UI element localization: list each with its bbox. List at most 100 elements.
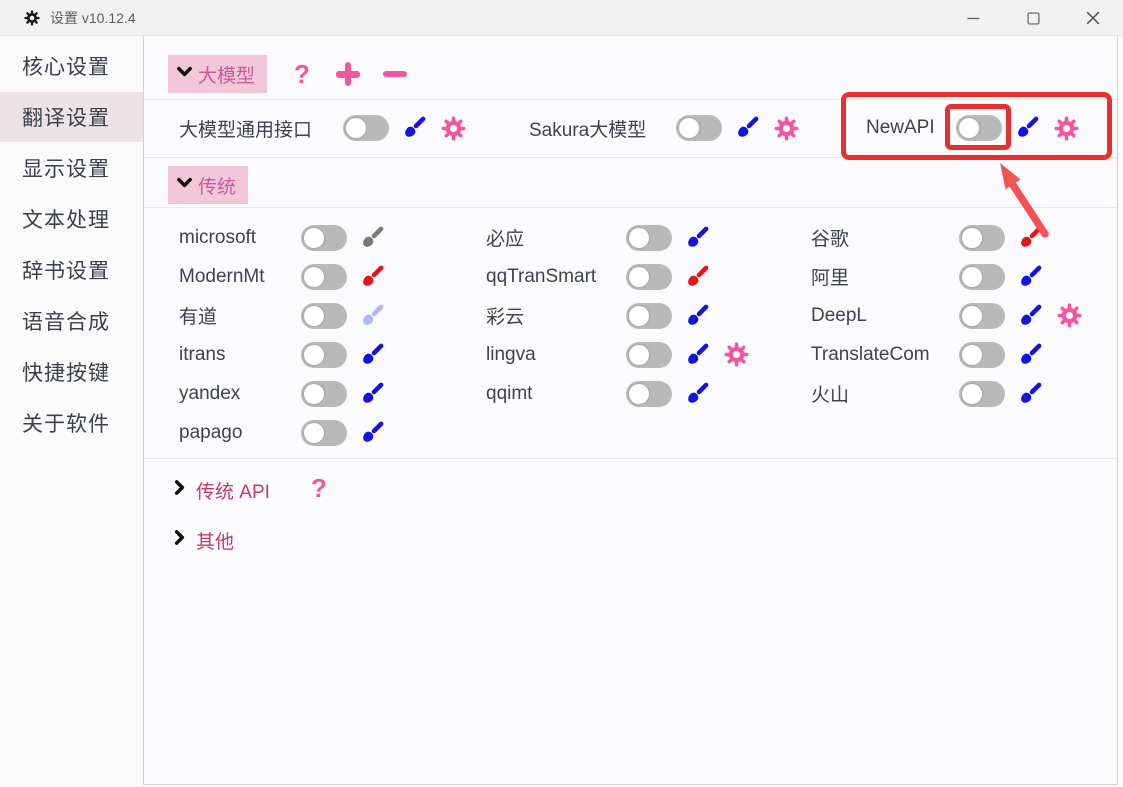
divider xyxy=(144,207,1117,208)
toggle-switch[interactable] xyxy=(959,264,1005,290)
brush-icon[interactable] xyxy=(359,264,385,290)
service-label: 阿里 xyxy=(811,263,947,290)
toggle-switch[interactable] xyxy=(301,303,347,329)
toggle-switch[interactable] xyxy=(959,225,1005,251)
toggle-switch[interactable] xyxy=(301,381,347,407)
gear-icon[interactable] xyxy=(1054,116,1079,141)
sidebar-item-6[interactable]: 语音合成 xyxy=(0,296,143,346)
brush-icon[interactable] xyxy=(1017,381,1043,407)
section-header-traditional[interactable]: 传统 xyxy=(168,166,248,204)
sidebar-item-4[interactable]: 文本处理 xyxy=(0,194,143,244)
service-label: 必应 xyxy=(486,224,614,251)
toggle-switch[interactable] xyxy=(301,342,347,368)
sidebar-item-7[interactable]: 快捷按键 xyxy=(0,347,143,397)
chevron-right-icon xyxy=(171,479,188,502)
brush-icon[interactable] xyxy=(1017,225,1043,251)
help-icon[interactable]: ? xyxy=(292,55,312,93)
toggle-switch[interactable] xyxy=(626,303,672,329)
brush-icon[interactable] xyxy=(1017,303,1043,329)
brush-icon[interactable] xyxy=(359,381,385,407)
gear-icon[interactable] xyxy=(724,342,749,367)
chevron-down-icon xyxy=(176,174,193,197)
section-header-traditional-api[interactable]: 传统 API xyxy=(171,473,270,507)
service-label: microsoft xyxy=(179,227,289,249)
brush-icon[interactable] xyxy=(734,115,760,141)
help-icon[interactable]: ? xyxy=(309,471,329,505)
brush-icon[interactable] xyxy=(684,225,710,251)
translation-settings-panel: 大模型 ? 大模型通用接口Sakura大模型NewAPI 传统 microsof… xyxy=(143,36,1118,785)
section-title: 大模型 xyxy=(198,61,255,88)
brush-icon[interactable] xyxy=(684,381,710,407)
toggle-switch[interactable] xyxy=(301,225,347,251)
service-label: itrans xyxy=(179,344,289,366)
service-row: qqimt xyxy=(486,374,710,413)
section-title: 传统 xyxy=(198,172,236,199)
brush-icon[interactable] xyxy=(359,303,385,329)
brush-icon[interactable] xyxy=(359,420,385,446)
toggle-switch[interactable] xyxy=(301,264,347,290)
plus-icon[interactable] xyxy=(336,55,360,93)
brush-icon[interactable] xyxy=(684,303,710,329)
toggle-switch[interactable] xyxy=(626,342,672,368)
gear-icon[interactable] xyxy=(774,116,799,141)
service-label: 有道 xyxy=(179,302,289,329)
gear-icon[interactable] xyxy=(1057,303,1082,328)
section-header-llm[interactable]: 大模型 xyxy=(168,55,267,93)
service-label: lingva xyxy=(486,344,614,366)
brush-icon[interactable] xyxy=(1017,264,1043,290)
service-row: lingva xyxy=(486,335,749,374)
brush-icon[interactable] xyxy=(1014,115,1040,141)
brush-icon[interactable] xyxy=(684,264,710,290)
brush-icon[interactable] xyxy=(1017,342,1043,368)
close-button[interactable] xyxy=(1063,0,1123,36)
toggle-switch[interactable] xyxy=(301,420,347,446)
service-row: microsoft xyxy=(179,218,385,257)
chevron-right-icon xyxy=(171,529,188,552)
section-title: 传统 API xyxy=(196,477,270,504)
toggle-switch[interactable] xyxy=(956,115,1002,141)
sidebar-item-1[interactable]: 核心设置 xyxy=(0,41,143,91)
minimize-button[interactable] xyxy=(943,0,1003,36)
service-row: DeepL xyxy=(811,296,1082,335)
divider xyxy=(144,157,1117,158)
toggle-switch[interactable] xyxy=(959,303,1005,329)
service-label: yandex xyxy=(179,383,289,405)
app-gear-icon xyxy=(24,10,40,26)
service-row: NewAPI xyxy=(866,99,1079,157)
section-header-other[interactable]: 其他 xyxy=(171,523,234,557)
service-label: 谷歌 xyxy=(811,224,947,251)
titlebar: 设置 v10.12.4 xyxy=(0,0,1123,36)
service-row: 谷歌 xyxy=(811,218,1043,257)
sidebar-item-2[interactable]: 翻译设置 xyxy=(0,92,143,142)
toggle-switch[interactable] xyxy=(626,381,672,407)
sidebar-item-3[interactable]: 显示设置 xyxy=(0,143,143,193)
chevron-down-icon xyxy=(176,63,193,86)
toggle-switch[interactable] xyxy=(959,342,1005,368)
brush-icon[interactable] xyxy=(684,342,710,368)
service-row: yandex xyxy=(179,374,385,413)
brush-icon[interactable] xyxy=(359,225,385,251)
brush-icon[interactable] xyxy=(401,115,427,141)
toggle-switch[interactable] xyxy=(626,225,672,251)
service-row: ModernMt xyxy=(179,257,385,296)
service-row: papago xyxy=(179,413,385,452)
toggle-switch[interactable] xyxy=(626,264,672,290)
service-label: 彩云 xyxy=(486,302,614,329)
service-row: qqTranSmart xyxy=(486,257,710,296)
toggle-switch[interactable] xyxy=(676,115,722,141)
toggle-switch[interactable] xyxy=(959,381,1005,407)
service-row: itrans xyxy=(179,335,385,374)
gear-icon[interactable] xyxy=(441,116,466,141)
brush-icon[interactable] xyxy=(359,342,385,368)
service-row: 阿里 xyxy=(811,257,1043,296)
sidebar-item-5[interactable]: 辞书设置 xyxy=(0,245,143,295)
service-label: ModernMt xyxy=(179,266,289,288)
service-row: 必应 xyxy=(486,218,710,257)
maximize-button[interactable] xyxy=(1003,0,1063,36)
section-title: 其他 xyxy=(196,527,234,554)
service-label: DeepL xyxy=(811,305,947,327)
minus-icon[interactable] xyxy=(383,55,407,93)
window-title: 设置 v10.12.4 xyxy=(50,8,136,28)
toggle-switch[interactable] xyxy=(343,115,389,141)
sidebar-item-8[interactable]: 关于软件 xyxy=(0,398,143,448)
